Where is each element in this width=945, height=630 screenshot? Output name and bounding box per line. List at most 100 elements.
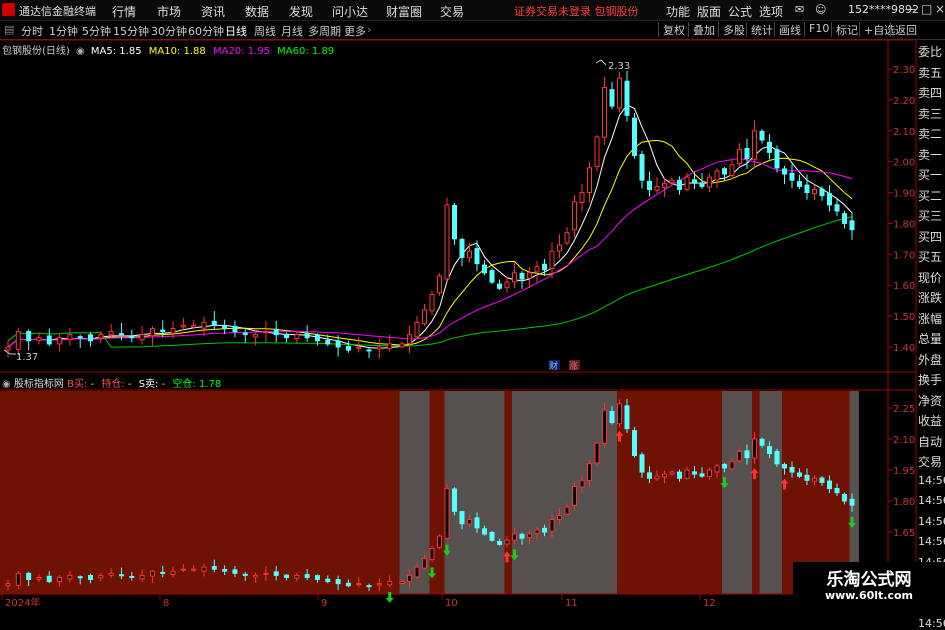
btn-multi-stock[interactable]: 多股: [718, 22, 745, 37]
btn-mark[interactable]: 标记: [831, 22, 858, 37]
menu-news[interactable]: 资讯: [201, 3, 225, 20]
side-panel-item[interactable]: 买五: [918, 248, 942, 265]
period-15min[interactable]: 15分钟: [113, 23, 149, 39]
candle-body: [459, 238, 465, 258]
btn-overlay[interactable]: 叠加: [688, 22, 715, 37]
candle-body: [180, 324, 186, 328]
zone-hold: [752, 391, 760, 594]
side-panel-item[interactable]: 涨幅: [918, 310, 942, 327]
side-panel-item[interactable]: 现价: [918, 269, 942, 286]
toolbar-menu-icon[interactable]: ▤: [4, 23, 14, 36]
menu-options[interactable]: 选项: [759, 3, 783, 20]
indicator-tick-label: 2.25: [893, 404, 915, 415]
candle-body: [263, 331, 269, 334]
btn-draw[interactable]: 画线: [774, 22, 801, 37]
period-60min[interactable]: 60分钟: [188, 23, 224, 39]
menu-exchange[interactable]: 市场: [157, 3, 181, 20]
candle-body: [304, 332, 310, 339]
period-weekly[interactable]: 周线: [254, 23, 276, 39]
side-panel-item[interactable]: 交易: [918, 453, 942, 470]
side-panel-item[interactable]: 净资: [918, 392, 942, 409]
side-panel-item[interactable]: 总量: [918, 330, 942, 347]
user-icon[interactable]: ☺: [815, 3, 826, 16]
indicator-settings-icon[interactable]: ◉: [2, 379, 11, 390]
candle-body: [253, 334, 259, 338]
kline-chart[interactable]: 2.30 2.20 2.10 2.00 1.90 1.80 1.70 1.60 1.50 1.40…: [0, 0, 945, 609]
candle-body: [797, 181, 802, 187]
indicator-name[interactable]: 股标指标网: [14, 379, 64, 390]
login-status[interactable]: 证券交易未登录 包钢股份: [514, 3, 639, 19]
candle-body: [804, 184, 810, 194]
side-panel-item[interactable]: 委比: [918, 43, 942, 60]
menu-trade[interactable]: 交易: [440, 3, 464, 20]
minimize-icon[interactable]: —: [905, 2, 917, 16]
menu-discover[interactable]: 发现: [289, 3, 313, 20]
side-panel-item[interactable]: 买一: [918, 166, 942, 183]
menu-market[interactable]: 行情: [112, 3, 136, 20]
candle-body: [699, 182, 705, 187]
period-intraday[interactable]: 分时: [21, 23, 43, 39]
moving-average-layer: [7, 104, 853, 349]
indicator-body: [744, 450, 750, 459]
menu-function[interactable]: 功能: [666, 3, 690, 20]
menu-layout[interactable]: 版面: [697, 3, 721, 20]
period-1min[interactable]: 1分钟: [49, 23, 78, 39]
indicator-body: [191, 568, 197, 571]
side-panel-item[interactable]: 卖一: [918, 146, 942, 163]
indicator-body: [118, 574, 124, 577]
x-tick-label: 9: [321, 598, 327, 609]
period-5min[interactable]: 5分钟: [82, 23, 111, 39]
period-30min[interactable]: 30分钟: [151, 23, 187, 39]
menu-formula[interactable]: 公式: [728, 3, 752, 20]
candle-body: [774, 149, 780, 169]
candle-body: [422, 309, 427, 325]
indicator-body: [366, 585, 372, 588]
period-monthly[interactable]: 月线: [281, 23, 303, 39]
dropdown-icon[interactable]: ◉: [76, 46, 85, 57]
indicator-body: [376, 583, 382, 586]
indicator-body: [512, 533, 517, 541]
side-panel-item[interactable]: 14:56: [918, 494, 945, 507]
menu-data[interactable]: 数据: [245, 3, 269, 20]
finance-marker-bg: [549, 360, 560, 370]
side-panel-item[interactable]: 买四: [918, 228, 942, 245]
indicator-body: [632, 430, 637, 457]
indicator-body: [356, 583, 362, 586]
indicator-body: [849, 498, 855, 506]
side-panel-item[interactable]: 收益: [918, 412, 942, 429]
btn-stats[interactable]: 统计: [746, 22, 773, 37]
side-panel-item[interactable]: 买二: [918, 187, 942, 204]
side-panel-item[interactable]: 卖二: [918, 125, 942, 142]
side-panel-item[interactable]: 14:56: [918, 515, 945, 528]
close-icon[interactable]: ×: [935, 2, 945, 16]
side-panel-item[interactable]: 涨跌: [918, 289, 942, 306]
btn-adjust[interactable]: 复权: [658, 22, 685, 37]
side-panel-item[interactable]: 外盘: [918, 351, 942, 368]
side-panel-item[interactable]: 14:56: [918, 535, 945, 548]
indicator-body: [662, 473, 667, 478]
period-daily[interactable]: 日线: [225, 23, 247, 39]
side-panel-item[interactable]: 卖四: [918, 84, 942, 101]
side-panel-item[interactable]: 14:56: [918, 474, 945, 487]
side-panel-item[interactable]: 自动: [918, 433, 942, 450]
menu-ask[interactable]: 问小达: [332, 3, 368, 20]
candle-body: [744, 148, 750, 160]
candle-body: [849, 220, 855, 231]
side-panel-item[interactable]: 14:56: [918, 617, 945, 630]
message-icon[interactable]: ✉: [795, 3, 804, 16]
period-multi[interactable]: 多周期: [308, 23, 341, 39]
candle-body: [139, 334, 145, 341]
btn-f10[interactable]: F10: [804, 22, 829, 37]
maximize-icon[interactable]: □: [921, 2, 932, 16]
btn-back[interactable]: 返回: [890, 22, 917, 37]
candle-body: [782, 168, 787, 175]
indicator-body: [67, 574, 73, 580]
side-panel-item[interactable]: 买三: [918, 207, 942, 224]
zone-layer: [0, 391, 859, 594]
chevron-right-icon[interactable]: ›: [367, 23, 371, 36]
side-panel-item[interactable]: 换手: [918, 371, 942, 388]
menu-wealth[interactable]: 财富圈: [386, 3, 422, 20]
period-more[interactable]: 更多: [344, 23, 366, 39]
side-panel-item[interactable]: 卖三: [918, 105, 942, 122]
side-panel-item[interactable]: 卖五: [918, 64, 942, 81]
